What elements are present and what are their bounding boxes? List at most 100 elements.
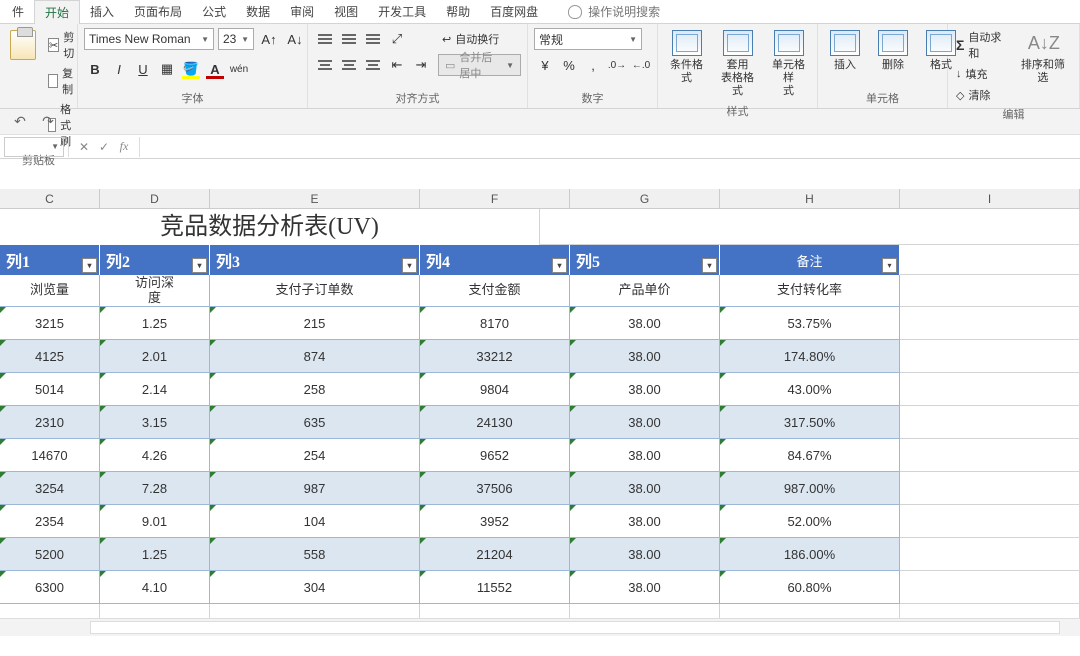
align-right-button[interactable]: [362, 54, 384, 76]
cell[interactable]: 6300: [0, 571, 100, 604]
border-button[interactable]: ▦: [156, 58, 178, 80]
filter-button-col6[interactable]: ▾: [882, 258, 897, 273]
undo-button[interactable]: ↶: [10, 112, 30, 132]
tab-layout[interactable]: 页面布局: [124, 0, 192, 24]
col-header-i[interactable]: I: [900, 189, 1080, 208]
cell[interactable]: [900, 439, 1080, 472]
increase-indent-button[interactable]: ⇥: [410, 54, 432, 76]
subheader-amount[interactable]: 支付金额: [420, 275, 570, 307]
cell[interactable]: 21204: [420, 538, 570, 571]
cell[interactable]: 104: [210, 505, 420, 538]
grid[interactable]: 竞品数据分析表(UV) 列1▾ 列2▾ 列3▾ 列4▾ 列5▾ 备注▾ 浏览量 …: [0, 209, 1080, 636]
subheader-conversion[interactable]: 支付转化率: [720, 275, 900, 307]
cell[interactable]: 258: [210, 373, 420, 406]
tab-baidu[interactable]: 百度网盘: [480, 0, 548, 24]
cell[interactable]: 3254: [0, 472, 100, 505]
cell[interactable]: 174.80%: [720, 340, 900, 373]
copy-button[interactable]: 复制: [46, 64, 79, 98]
cell[interactable]: 84.67%: [720, 439, 900, 472]
name-box[interactable]: ▼: [4, 137, 64, 157]
font-color-button[interactable]: A: [204, 58, 226, 80]
cell[interactable]: [900, 472, 1080, 505]
cell[interactable]: 3.15: [100, 406, 210, 439]
cell[interactable]: 3215: [0, 307, 100, 340]
cell[interactable]: 43.00%: [720, 373, 900, 406]
comma-button[interactable]: ,: [582, 54, 604, 76]
filter-button-col5[interactable]: ▾: [702, 258, 717, 273]
col-header-g[interactable]: G: [570, 189, 720, 208]
confirm-formula-button[interactable]: ✓: [95, 140, 113, 154]
cell[interactable]: [900, 571, 1080, 604]
increase-decimal-button[interactable]: .0→: [606, 54, 628, 76]
currency-button[interactable]: ¥: [534, 54, 556, 76]
cell[interactable]: 8170: [420, 307, 570, 340]
cell[interactable]: 2.01: [100, 340, 210, 373]
delete-cells-button[interactable]: 删除: [872, 28, 914, 74]
filter-button-col2[interactable]: ▾: [192, 258, 207, 273]
tab-dev[interactable]: 开发工具: [368, 0, 436, 24]
cell[interactable]: 5200: [0, 538, 100, 571]
cell[interactable]: 635: [210, 406, 420, 439]
tab-home[interactable]: 开始: [34, 0, 80, 24]
cell[interactable]: 24130: [420, 406, 570, 439]
cell[interactable]: 38.00: [570, 439, 720, 472]
redo-button[interactable]: ↷: [38, 112, 58, 132]
table-format-button[interactable]: 套用 表格格式: [715, 28, 760, 101]
cell[interactable]: 186.00%: [720, 538, 900, 571]
cell[interactable]: 874: [210, 340, 420, 373]
cell[interactable]: 304: [210, 571, 420, 604]
cell[interactable]: 52.00%: [720, 505, 900, 538]
decrease-decimal-button[interactable]: ←.0: [630, 54, 652, 76]
tab-review[interactable]: 审阅: [280, 0, 324, 24]
merge-center-button[interactable]: ▭合并后居中▼: [438, 54, 521, 76]
tab-view[interactable]: 视图: [324, 0, 368, 24]
phonetic-button[interactable]: wén: [228, 58, 250, 80]
cell[interactable]: 4125: [0, 340, 100, 373]
cell[interactable]: 38.00: [570, 571, 720, 604]
cell[interactable]: 5014: [0, 373, 100, 406]
cell[interactable]: [900, 406, 1080, 439]
cell[interactable]: [900, 538, 1080, 571]
cell[interactable]: 38.00: [570, 505, 720, 538]
cell[interactable]: 987: [210, 472, 420, 505]
sort-filter-button[interactable]: A↓Z排序和筛选: [1013, 28, 1073, 87]
align-bottom-button[interactable]: [362, 28, 384, 50]
align-center-button[interactable]: [338, 54, 360, 76]
cell[interactable]: 987.00%: [720, 472, 900, 505]
cell[interactable]: [900, 340, 1080, 373]
col-header-f[interactable]: F: [420, 189, 570, 208]
filter-button-col4[interactable]: ▾: [552, 258, 567, 273]
col-header-h[interactable]: H: [720, 189, 900, 208]
cell[interactable]: 4.26: [100, 439, 210, 472]
percent-button[interactable]: %: [558, 54, 580, 76]
cell[interactable]: [900, 505, 1080, 538]
cell[interactable]: 60.80%: [720, 571, 900, 604]
clear-button[interactable]: ◇清除: [954, 86, 1007, 104]
cell[interactable]: 33212: [420, 340, 570, 373]
align-top-button[interactable]: [314, 28, 336, 50]
wrap-text-button[interactable]: ↩自动换行: [438, 28, 521, 50]
cell[interactable]: 9804: [420, 373, 570, 406]
cell[interactable]: 14670: [0, 439, 100, 472]
subheader-price[interactable]: 产品单价: [570, 275, 720, 307]
cut-button[interactable]: ✂剪切: [46, 28, 79, 62]
cell[interactable]: 317.50%: [720, 406, 900, 439]
cell[interactable]: 38.00: [570, 472, 720, 505]
tell-me-search[interactable]: 操作说明搜索: [568, 3, 660, 20]
cell[interactable]: 2310: [0, 406, 100, 439]
cell[interactable]: 38.00: [570, 307, 720, 340]
cancel-formula-button[interactable]: ✕: [75, 140, 93, 154]
cell[interactable]: 38.00: [570, 406, 720, 439]
bold-button[interactable]: B: [84, 58, 106, 80]
filter-button-col1[interactable]: ▾: [82, 258, 97, 273]
cell[interactable]: 9652: [420, 439, 570, 472]
underline-button[interactable]: U: [132, 58, 154, 80]
cell[interactable]: 215: [210, 307, 420, 340]
cell[interactable]: 2.14: [100, 373, 210, 406]
col-header-c[interactable]: C: [0, 189, 100, 208]
decrease-font-button[interactable]: A↓: [284, 28, 306, 50]
cell[interactable]: 2354: [0, 505, 100, 538]
cell[interactable]: [900, 307, 1080, 340]
subheader-orders[interactable]: 支付子订单数: [210, 275, 420, 307]
cell[interactable]: 3952: [420, 505, 570, 538]
